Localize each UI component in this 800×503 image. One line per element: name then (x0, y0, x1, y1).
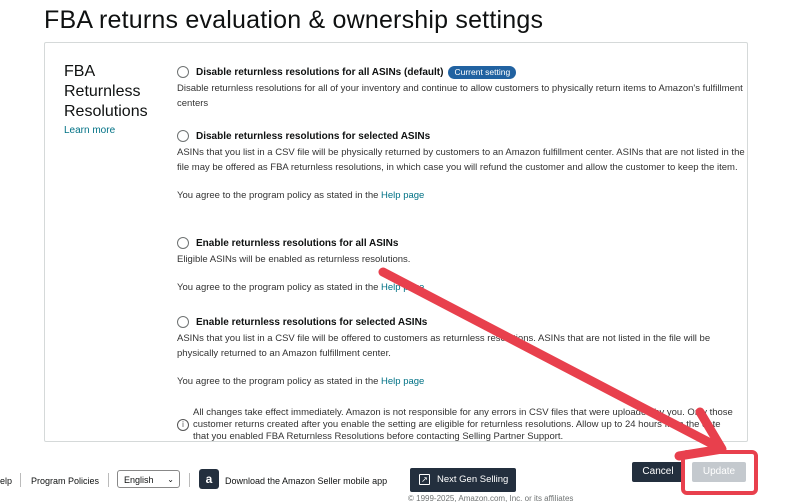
chevron-down-icon: ⌄ (167, 475, 174, 484)
option-label[interactable]: Enable returnless resolutions for select… (196, 317, 427, 328)
next-gen-selling-label: Next Gen Selling (437, 474, 509, 485)
footer-divider (108, 473, 109, 487)
language-value: English (124, 475, 154, 485)
radio-enable-all[interactable] (177, 237, 189, 249)
policy-agreement: You agree to the program policy as state… (177, 375, 747, 389)
policy-agreement: You agree to the program policy as state… (177, 281, 747, 295)
radio-enable-selected[interactable] (177, 316, 189, 328)
settings-panel: FBA Returnless Resolutions Learn more Di… (44, 42, 748, 442)
notice: i All changes take effect immediately. A… (177, 407, 739, 442)
option-description: Disable returnless resolutions for all o… (177, 83, 743, 109)
language-select[interactable]: English ⌄ (117, 470, 180, 488)
download-app-link[interactable]: Download the Amazon Seller mobile app (225, 476, 387, 486)
section-heading: FBA Returnless Resolutions (64, 63, 148, 120)
copyright: © 1999-2025, Amazon.com, Inc. or its aff… (408, 494, 574, 503)
help-page-link[interactable]: Help page (381, 376, 424, 387)
agreement-text: You agree to the program policy as state… (177, 190, 379, 201)
option-description: ASINs that you list in a CSV file will b… (177, 333, 711, 359)
help-link[interactable]: elp (0, 476, 12, 486)
policy-agreement: You agree to the program policy as state… (177, 189, 747, 203)
footer-divider (189, 473, 190, 487)
next-gen-selling-button[interactable]: ↗ Next Gen Selling (410, 468, 516, 492)
footer-divider (20, 473, 21, 487)
option-label[interactable]: Disable returnless resolutions for all A… (196, 67, 443, 78)
agreement-text: You agree to the program policy as state… (177, 282, 379, 293)
learn-more-link[interactable]: Learn more (64, 125, 115, 136)
radio-disable-all[interactable] (177, 66, 189, 78)
notice-text: All changes take effect immediately. Ama… (193, 407, 733, 442)
help-page-link[interactable]: Help page (381, 190, 424, 201)
info-icon: i (177, 419, 189, 431)
current-setting-badge: Current setting (448, 65, 517, 79)
help-page-link[interactable]: Help page (381, 282, 424, 293)
option-description: Eligible ASINs will be enabled as return… (177, 254, 411, 265)
program-policies-link[interactable]: Program Policies (31, 476, 99, 486)
external-link-icon: ↗ (419, 474, 430, 485)
option-enable-selected: Enable returnless resolutions for select… (177, 314, 747, 389)
page-title: FBA returns evaluation & ownership setti… (44, 6, 544, 34)
radio-disable-selected[interactable] (177, 130, 189, 142)
agreement-text: You agree to the program policy as state… (177, 376, 379, 387)
update-button[interactable]: Update (692, 462, 746, 482)
option-description: ASINs that you list in a CSV file will b… (177, 147, 745, 173)
cancel-button[interactable]: Cancel (632, 462, 684, 482)
amazon-app-icon: a (199, 469, 219, 489)
option-label[interactable]: Enable returnless resolutions for all AS… (196, 238, 398, 249)
option-label[interactable]: Disable returnless resolutions for selec… (196, 131, 430, 142)
option-enable-all: Enable returnless resolutions for all AS… (177, 235, 747, 295)
option-disable-selected: Disable returnless resolutions for selec… (177, 128, 747, 203)
option-disable-all: Disable returnless resolutions for all A… (177, 64, 747, 111)
